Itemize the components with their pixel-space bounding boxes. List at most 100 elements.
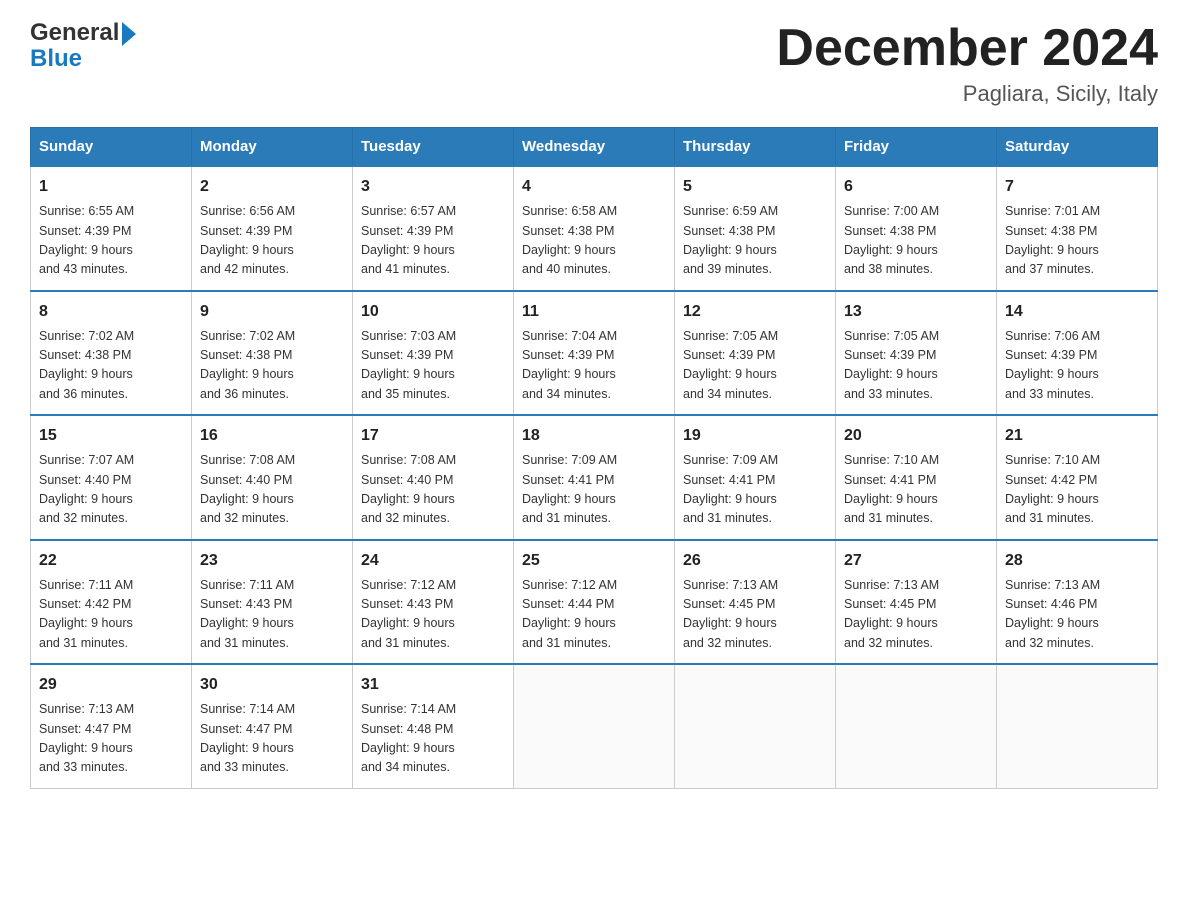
day-number: 29 [39, 673, 183, 697]
calendar-week-row: 8Sunrise: 7:02 AMSunset: 4:38 PMDaylight… [31, 291, 1158, 416]
daylight-line2: and 34 minutes. [683, 385, 827, 404]
daylight-line2: and 36 minutes. [39, 385, 183, 404]
logo-general-text: General [30, 20, 119, 46]
daylight-line2: and 32 minutes. [1005, 634, 1149, 653]
sunrise-text: Sunrise: 7:06 AM [1005, 327, 1149, 346]
daylight-line1: Daylight: 9 hours [200, 490, 344, 509]
calendar-cell: 20Sunrise: 7:10 AMSunset: 4:41 PMDayligh… [836, 415, 997, 540]
day-number: 31 [361, 673, 505, 697]
day-number: 26 [683, 549, 827, 573]
sunrise-text: Sunrise: 7:08 AM [200, 451, 344, 470]
sunrise-text: Sunrise: 7:08 AM [361, 451, 505, 470]
logo-arrow-icon [122, 22, 136, 46]
col-header-friday: Friday [836, 128, 997, 167]
sunset-text: Sunset: 4:46 PM [1005, 595, 1149, 614]
col-header-tuesday: Tuesday [353, 128, 514, 167]
day-info: Sunrise: 7:05 AMSunset: 4:39 PMDaylight:… [683, 327, 827, 405]
day-number: 19 [683, 424, 827, 448]
calendar-cell: 25 Sunrise: 7:12 AMSunset: 4:44 PMDayligh… [514, 540, 675, 665]
daylight-line1: Daylight: 9 hours [361, 241, 505, 260]
daylight-line2: and 31 minutes. [522, 634, 666, 653]
calendar-cell: 24 Sunrise: 7:12 AMSunset: 4:43 PMDayligh… [353, 540, 514, 665]
sunrise-text: Sunrise: 6:57 AM [361, 202, 505, 221]
sunrise-text: Sunrise: 7:07 AM [39, 451, 183, 470]
day-number: 17 [361, 424, 505, 448]
daylight-line1: Daylight: 9 hours [361, 739, 505, 758]
day-number: 1 [39, 175, 183, 199]
daylight-line2: and 31 minutes. [361, 634, 505, 653]
col-header-wednesday: Wednesday [514, 128, 675, 167]
daylight-line1: Daylight: 9 hours [1005, 490, 1149, 509]
calendar-cell: 18 Sunrise: 7:09 AMSunset: 4:41 PMDayligh… [514, 415, 675, 540]
daylight-line2: and 36 minutes. [200, 385, 344, 404]
calendar-cell: 26 Sunrise: 7:13 AMSunset: 4:45 PMDayligh… [675, 540, 836, 665]
day-number: 10 [361, 300, 505, 324]
day-info: Sunrise: 7:02 AMSunset: 4:38 PMDaylight:… [39, 327, 183, 405]
daylight-line1: Daylight: 9 hours [1005, 614, 1149, 633]
calendar-cell [675, 664, 836, 788]
sunrise-text: Sunrise: 7:09 AM [522, 451, 666, 470]
calendar-cell: 15Sunrise: 7:07 AMSunset: 4:40 PMDayligh… [31, 415, 192, 540]
daylight-line2: and 37 minutes. [1005, 260, 1149, 279]
day-number: 30 [200, 673, 344, 697]
sunrise-text: Sunrise: 7:09 AM [683, 451, 827, 470]
day-info: Sunrise: 6:55 AMSunset: 4:39 PMDaylight:… [39, 202, 183, 280]
day-info: Sunrise: 7:09 AMSunset: 4:41 PMDaylight:… [522, 451, 666, 529]
daylight-line2: and 34 minutes. [522, 385, 666, 404]
calendar-week-row: 15Sunrise: 7:07 AMSunset: 4:40 PMDayligh… [31, 415, 1158, 540]
daylight-line2: and 33 minutes. [1005, 385, 1149, 404]
sunset-text: Sunset: 4:40 PM [361, 471, 505, 490]
day-number: 24 [361, 549, 505, 573]
daylight-line2: and 31 minutes. [200, 634, 344, 653]
calendar-cell: 12 Sunrise: 7:05 AMSunset: 4:39 PMDayligh… [675, 291, 836, 416]
day-number: 18 [522, 424, 666, 448]
day-number: 3 [361, 175, 505, 199]
day-info: Sunrise: 6:57 AMSunset: 4:39 PMDaylight:… [361, 202, 505, 280]
calendar-cell: 1 Sunrise: 6:55 AMSunset: 4:39 PMDaylight… [31, 166, 192, 291]
day-info: Sunrise: 7:14 AMSunset: 4:48 PMDaylight:… [361, 700, 505, 778]
day-info: Sunrise: 7:10 AMSunset: 4:41 PMDaylight:… [844, 451, 988, 529]
calendar-cell: 16Sunrise: 7:08 AMSunset: 4:40 PMDayligh… [192, 415, 353, 540]
day-info: Sunrise: 6:56 AMSunset: 4:39 PMDaylight:… [200, 202, 344, 280]
daylight-line2: and 31 minutes. [683, 509, 827, 528]
daylight-line2: and 35 minutes. [361, 385, 505, 404]
calendar-cell: 6Sunrise: 7:00 AMSunset: 4:38 PMDaylight… [836, 166, 997, 291]
sunset-text: Sunset: 4:39 PM [844, 346, 988, 365]
day-info: Sunrise: 7:04 AMSunset: 4:39 PMDaylight:… [522, 327, 666, 405]
daylight-line1: Daylight: 9 hours [683, 241, 827, 260]
daylight-line2: and 34 minutes. [361, 758, 505, 777]
day-info: Sunrise: 7:12 AMSunset: 4:43 PMDaylight:… [361, 576, 505, 654]
day-info: Sunrise: 7:13 AMSunset: 4:45 PMDaylight:… [683, 576, 827, 654]
day-info: Sunrise: 7:01 AMSunset: 4:38 PMDaylight:… [1005, 202, 1149, 280]
day-number: 23 [200, 549, 344, 573]
day-info: Sunrise: 7:12 AMSunset: 4:44 PMDaylight:… [522, 576, 666, 654]
sunset-text: Sunset: 4:43 PM [200, 595, 344, 614]
day-number: 12 [683, 300, 827, 324]
calendar-cell: 22Sunrise: 7:11 AMSunset: 4:42 PMDayligh… [31, 540, 192, 665]
sunset-text: Sunset: 4:39 PM [200, 222, 344, 241]
sunset-text: Sunset: 4:44 PM [522, 595, 666, 614]
day-number: 14 [1005, 300, 1149, 324]
sunrise-text: Sunrise: 7:10 AM [1005, 451, 1149, 470]
calendar-cell [836, 664, 997, 788]
sunrise-text: Sunrise: 7:05 AM [844, 327, 988, 346]
sunrise-text: Sunrise: 7:00 AM [844, 202, 988, 221]
day-number: 25 [522, 549, 666, 573]
daylight-line1: Daylight: 9 hours [39, 365, 183, 384]
sunrise-text: Sunrise: 7:03 AM [361, 327, 505, 346]
daylight-line1: Daylight: 9 hours [1005, 365, 1149, 384]
daylight-line2: and 40 minutes. [522, 260, 666, 279]
daylight-line1: Daylight: 9 hours [361, 365, 505, 384]
sunset-text: Sunset: 4:40 PM [200, 471, 344, 490]
header-right: December 2024 Pagliara, Sicily, Italy [776, 20, 1158, 107]
day-info: Sunrise: 6:59 AMSunset: 4:38 PMDaylight:… [683, 202, 827, 280]
daylight-line2: and 32 minutes. [683, 634, 827, 653]
day-number: 11 [522, 300, 666, 324]
daylight-line1: Daylight: 9 hours [522, 614, 666, 633]
calendar-cell: 11 Sunrise: 7:04 AMSunset: 4:39 PMDayligh… [514, 291, 675, 416]
calendar-cell: 8Sunrise: 7:02 AMSunset: 4:38 PMDaylight… [31, 291, 192, 416]
calendar-cell: 14Sunrise: 7:06 AMSunset: 4:39 PMDayligh… [997, 291, 1158, 416]
col-header-thursday: Thursday [675, 128, 836, 167]
daylight-line1: Daylight: 9 hours [200, 365, 344, 384]
sunrise-text: Sunrise: 6:55 AM [39, 202, 183, 221]
